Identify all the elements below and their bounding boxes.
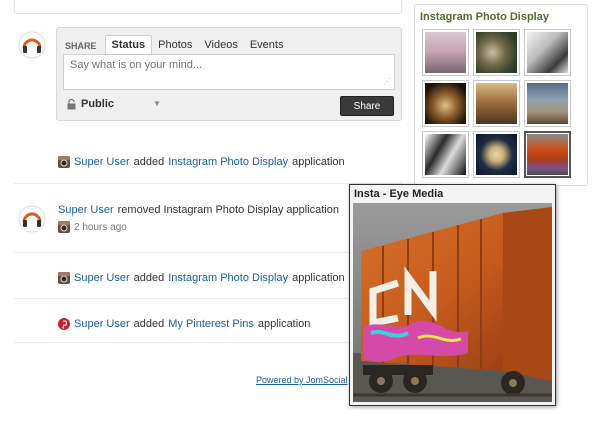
- resize-grip-icon[interactable]: ⋰: [383, 78, 391, 86]
- train-photo-image: [353, 203, 552, 402]
- activity-item: Super User added Instagram Photo Display…: [58, 156, 345, 168]
- avatar[interactable]: [18, 205, 46, 233]
- divider: [14, 183, 402, 184]
- app-link[interactable]: Instagram Photo Display: [168, 156, 288, 168]
- activity-action: added: [133, 318, 165, 330]
- photo-thumbnail[interactable]: [473, 29, 520, 76]
- app-link[interactable]: Instagram Photo Display: [168, 272, 288, 284]
- photo-thumbnail[interactable]: [473, 80, 520, 127]
- tab-status[interactable]: Status: [104, 35, 153, 56]
- divider: [14, 342, 402, 343]
- timestamp: 2 hours ago: [74, 221, 127, 233]
- share-button[interactable]: Share: [340, 96, 394, 116]
- user-avatar-icon: [18, 31, 46, 59]
- tab-videos[interactable]: Videos: [198, 36, 243, 55]
- instagram-icon: [58, 272, 70, 284]
- photo-thumbnail[interactable]: [524, 29, 571, 76]
- pinterest-icon: [58, 318, 70, 330]
- instagram-icon: [58, 156, 70, 168]
- instagram-module: Instagram Photo Display: [414, 4, 588, 186]
- activity-action: removed Instagram Photo Display applicat…: [117, 204, 339, 216]
- previous-stream-item: [14, 0, 402, 14]
- divider: [14, 252, 402, 253]
- instagram-icon: [58, 221, 70, 233]
- activity-time: 2 hours ago: [58, 221, 127, 233]
- share-tabs: SHARE Status Photos Videos Events: [65, 35, 290, 56]
- user-link[interactable]: Super User: [74, 156, 130, 168]
- activity-suffix: application: [292, 272, 345, 284]
- share-composer: SHARE Status Photos Videos Events ⋰ Publ…: [56, 27, 402, 121]
- activity-action: added: [133, 272, 165, 284]
- lock-icon: [67, 98, 76, 109]
- photo-thumbnail[interactable]: [524, 80, 571, 127]
- photo-thumbnail-selected[interactable]: [524, 131, 571, 178]
- app-link[interactable]: My Pinterest Pins: [168, 318, 254, 330]
- preview-image[interactable]: [353, 203, 552, 402]
- chevron-down-icon[interactable]: ▼: [153, 99, 161, 108]
- status-input[interactable]: [63, 54, 395, 90]
- user-link[interactable]: Super User: [74, 272, 130, 284]
- privacy-selector[interactable]: Public: [67, 98, 114, 110]
- photo-thumbnail[interactable]: [422, 131, 469, 178]
- photo-thumbnail[interactable]: [422, 80, 469, 127]
- photo-thumbnail[interactable]: [422, 29, 469, 76]
- divider: [14, 298, 402, 299]
- avatar[interactable]: [18, 31, 46, 59]
- privacy-label: Public: [81, 98, 115, 110]
- activity-item: Super User added My Pinterest Pins appli…: [58, 318, 310, 330]
- user-avatar-icon: [18, 205, 46, 233]
- powered-by-link[interactable]: Powered by JomSocial: [256, 375, 348, 385]
- activity-suffix: application: [292, 156, 345, 168]
- tab-events[interactable]: Events: [244, 36, 290, 55]
- photo-preview-popup: Insta - Eye Media: [349, 184, 556, 406]
- module-title: Instagram Photo Display: [420, 11, 549, 23]
- activity-suffix: application: [257, 318, 311, 330]
- tab-photos[interactable]: Photos: [152, 36, 198, 55]
- popup-title: Insta - Eye Media: [354, 188, 444, 200]
- share-label: SHARE: [65, 41, 97, 51]
- activity-action: added: [133, 156, 165, 168]
- activity-item: Super User added Instagram Photo Display…: [58, 272, 345, 284]
- activity-item: Super User removed Instagram Photo Displ…: [58, 204, 339, 216]
- user-link[interactable]: Super User: [58, 204, 114, 216]
- photo-thumbnail[interactable]: [473, 131, 520, 178]
- user-link[interactable]: Super User: [74, 318, 130, 330]
